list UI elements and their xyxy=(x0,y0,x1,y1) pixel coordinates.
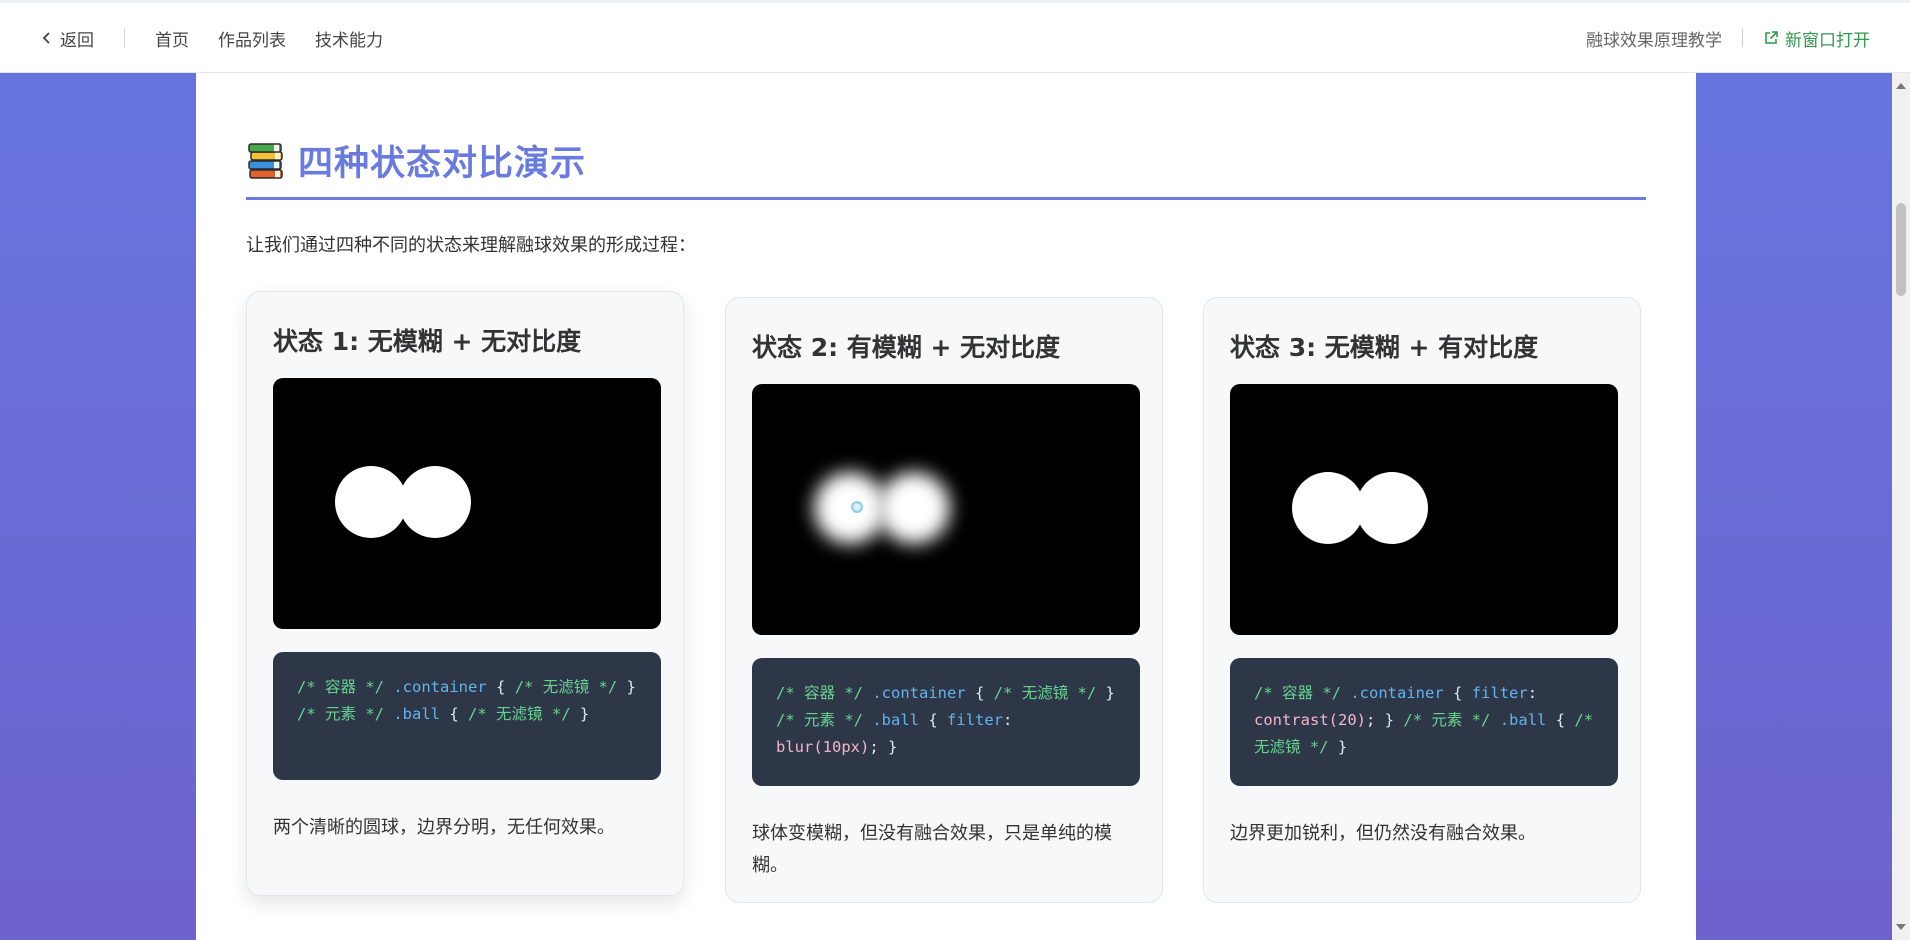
code-brace: } xyxy=(579,705,590,723)
code-semicolon: ; xyxy=(869,738,879,756)
code-comment: /* 元素 */ xyxy=(776,711,863,729)
scroll-up-arrow-icon[interactable] xyxy=(1896,83,1906,89)
code-block: /* 容器 */ .container { /* 无滤镜 */ } /* 元素 … xyxy=(752,658,1140,786)
demo-stage xyxy=(273,378,661,629)
code-selector: .container xyxy=(1350,684,1444,702)
code-comment: /* 无滤镜 */ xyxy=(993,684,1097,702)
card-description: 边界更加锐利，但仍然没有融合效果。 xyxy=(1230,823,1536,844)
demo-stage xyxy=(752,384,1140,635)
nav-home[interactable]: 首页 xyxy=(155,26,189,51)
open-new-window-button[interactable]: 新窗口打开 xyxy=(1763,26,1870,51)
code-selector: .ball xyxy=(1499,711,1547,729)
code-comment: /* 无滤镜 */ xyxy=(468,705,571,723)
external-link-icon xyxy=(1765,31,1778,44)
code-colon: : xyxy=(1527,684,1538,702)
code-block: /* 容器 */ .container { filter: contrast(2… xyxy=(1230,658,1618,786)
ball xyxy=(1292,472,1364,544)
code-comment: /* 容器 */ xyxy=(1254,684,1341,702)
code-property: filter xyxy=(1471,684,1528,702)
state-card-1: 状态 1: 无模糊 + 无对比度 /* 容器 */ .container { /… xyxy=(246,291,684,896)
section-heading: 四种状态对比演示 xyxy=(246,135,586,186)
top-nav: 首页 作品列表 技术能力 xyxy=(155,26,383,51)
code-value: blur(10px) xyxy=(776,738,870,756)
section-intro: 让我们通过四种不同的状态来理解融球效果的形成过程： xyxy=(246,235,696,256)
content-panel: 四种状态对比演示 让我们通过四种不同的状态来理解融球效果的形成过程： 状态 1:… xyxy=(196,73,1696,940)
vertical-scrollbar[interactable] xyxy=(1892,73,1910,940)
nav-works[interactable]: 作品列表 xyxy=(218,26,286,51)
code-brace: { xyxy=(928,711,938,729)
code-selector: .ball xyxy=(872,711,920,729)
code-comment: /* 容器 */ xyxy=(776,684,863,702)
cursor-glow xyxy=(851,501,863,513)
code-selector: .container xyxy=(872,684,966,702)
page-title: 融球效果原理教学 xyxy=(1586,30,1722,51)
books-icon xyxy=(248,142,283,179)
code-colon: : xyxy=(1003,711,1013,729)
scroll-down-arrow-icon[interactable] xyxy=(1896,924,1906,930)
ball xyxy=(814,472,886,544)
state-card-2: 状态 2: 有模糊 + 无对比度 /* 容器 */ .container { /… xyxy=(725,297,1163,903)
code-brace: { xyxy=(496,678,506,696)
section-title: 四种状态对比演示 xyxy=(298,144,587,184)
code-selector: .ball xyxy=(393,705,441,723)
card-description: 两个清晰的圆球，边界分明，无任何效果。 xyxy=(273,817,615,838)
top-bar: 返回 首页 作品列表 技术能力 融球效果原理教学 新窗口打开 xyxy=(0,0,1910,73)
card-description: 球体变模糊，但没有融合效果，只是单纯的模糊。 xyxy=(752,823,1112,876)
chevron-left-icon xyxy=(42,32,50,44)
code-block: /* 容器 */ .container { /* 无滤镜 */ } /* 元素 … xyxy=(273,652,661,780)
heading-underline xyxy=(246,197,1646,200)
code-brace: } xyxy=(1384,711,1395,729)
ball xyxy=(1356,472,1428,544)
code-comment: /* 元素 */ xyxy=(297,705,384,723)
nav-skills[interactable]: 技术能力 xyxy=(315,26,383,51)
ball xyxy=(878,472,950,544)
card-title: 状态 1: 无模糊 + 无对比度 xyxy=(273,327,582,356)
back-button[interactable]: 返回 xyxy=(40,26,94,51)
demo-stage xyxy=(1230,384,1618,635)
code-value: contrast(20) xyxy=(1254,711,1366,729)
back-label: 返回 xyxy=(60,30,94,51)
code-brace: { xyxy=(1453,684,1463,702)
code-brace: { xyxy=(1555,711,1566,729)
code-brace: } xyxy=(1337,738,1348,756)
scrollbar-thumb[interactable] xyxy=(1896,203,1906,296)
state-card-3: 状态 3: 无模糊 + 有对比度 /* 容器 */ .container { f… xyxy=(1203,297,1641,903)
code-brace: } xyxy=(626,678,636,696)
card-title: 状态 3: 无模糊 + 有对比度 xyxy=(1230,333,1539,362)
code-property: filter xyxy=(947,711,1004,729)
code-comment: /* 元素 */ xyxy=(1403,711,1491,729)
card-title: 状态 2: 有模糊 + 无对比度 xyxy=(752,333,1061,362)
ball xyxy=(399,466,471,538)
code-brace: { xyxy=(975,684,985,702)
code-brace: { xyxy=(449,705,459,723)
top-bar-right: 融球效果原理教学 新窗口打开 xyxy=(1586,3,1870,73)
open-new-window-label: 新窗口打开 xyxy=(1785,30,1870,51)
code-brace: } xyxy=(1105,684,1115,702)
code-selector: .container xyxy=(393,678,487,696)
code-comment: /* 容器 */ xyxy=(297,678,384,696)
divider xyxy=(124,28,125,48)
top-bar-left: 返回 首页 作品列表 技术能力 xyxy=(40,3,383,73)
code-brace: } xyxy=(888,738,898,756)
divider xyxy=(1742,29,1743,47)
code-comment: /* 无滤镜 */ xyxy=(514,678,618,696)
ball xyxy=(335,466,407,538)
code-semicolon: ; xyxy=(1365,711,1376,729)
